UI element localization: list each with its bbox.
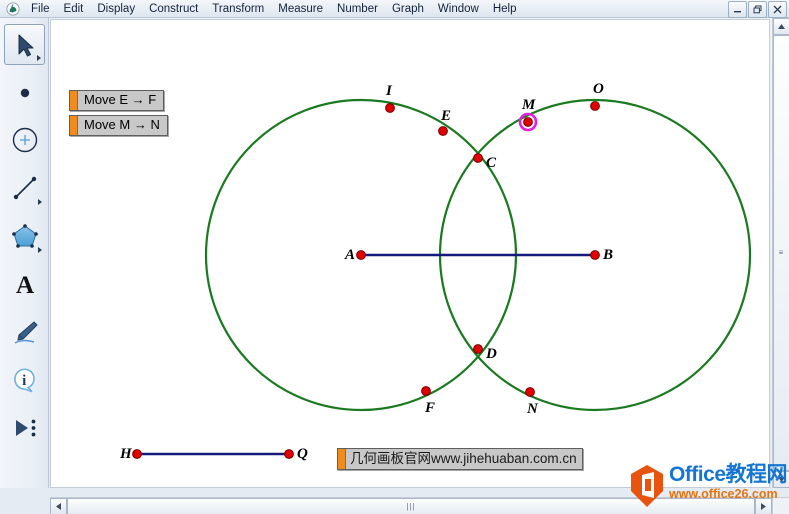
compass-tool[interactable] bbox=[4, 119, 45, 160]
point-h[interactable] bbox=[132, 449, 142, 459]
button-accent-bar bbox=[70, 116, 78, 135]
menu-item-measure[interactable]: Measure bbox=[271, 0, 330, 18]
flyout-arrow-icon bbox=[38, 199, 42, 205]
point-a-label[interactable]: A bbox=[345, 248, 355, 263]
point-n[interactable] bbox=[525, 387, 535, 397]
menu-item-help[interactable]: Help bbox=[486, 0, 524, 18]
point-d-label[interactable]: D bbox=[486, 347, 497, 362]
point-c-label[interactable]: C bbox=[486, 156, 496, 171]
marker-pen-icon bbox=[14, 320, 38, 344]
point-f-label[interactable]: F bbox=[425, 401, 435, 416]
menu-item-file[interactable]: File bbox=[24, 0, 57, 18]
caption-accent-bar bbox=[338, 449, 346, 469]
point-b-label[interactable]: B bbox=[603, 248, 613, 263]
polygon-tool[interactable] bbox=[4, 215, 45, 256]
scroll-grip-icon: ||| bbox=[406, 501, 416, 511]
caret-left-icon bbox=[56, 503, 61, 510]
play-more-icon bbox=[15, 419, 35, 436]
point-q-label[interactable]: Q bbox=[297, 447, 308, 462]
vertical-scroll-thumb[interactable]: ≡ bbox=[773, 35, 789, 471]
point-i-label[interactable]: I bbox=[386, 84, 392, 99]
point-e[interactable] bbox=[438, 126, 448, 136]
tool-palette: A i bbox=[0, 18, 49, 488]
point-i[interactable] bbox=[385, 103, 395, 113]
minimize-icon bbox=[734, 11, 741, 13]
menu-item-graph[interactable]: Graph bbox=[385, 0, 431, 18]
point-c[interactable] bbox=[473, 153, 483, 163]
watermark-caption-button[interactable]: 几何画板官网www.jihehuaban.com.cn bbox=[337, 448, 583, 470]
point-b[interactable] bbox=[590, 250, 600, 260]
close-icon bbox=[773, 5, 782, 14]
move-e-to-f-button[interactable]: Move E → F bbox=[69, 90, 165, 111]
svg-text:i: i bbox=[22, 373, 26, 389]
menu-item-construct[interactable]: Construct bbox=[142, 0, 205, 18]
menu-item-transform[interactable]: Transform bbox=[205, 0, 271, 18]
point-h-label[interactable]: H bbox=[120, 447, 132, 462]
circle-compass-icon bbox=[12, 127, 37, 152]
text-a-icon: A bbox=[15, 272, 33, 299]
arrow-select-tool[interactable] bbox=[4, 24, 45, 65]
point-q[interactable] bbox=[284, 449, 294, 459]
menu-item-window[interactable]: Window bbox=[431, 0, 486, 18]
sketchpad-icon bbox=[6, 2, 20, 16]
menu-item-number[interactable]: Number bbox=[330, 0, 385, 18]
restore-button[interactable] bbox=[748, 1, 767, 18]
sketch-canvas[interactable]: A B C D E F I M N O H Q Move E → F Move M → N 几何画板官网ww… bbox=[50, 19, 770, 488]
custom-tool[interactable] bbox=[4, 407, 45, 448]
vertical-scrollbar[interactable]: ≡ bbox=[772, 18, 789, 488]
point-n-label[interactable]: N bbox=[527, 402, 538, 417]
button-accent-bar bbox=[70, 91, 78, 110]
office-logo-text: Office教程网 www.office26.com bbox=[668, 463, 788, 502]
text-tool[interactable]: A bbox=[4, 263, 45, 304]
caret-up-icon bbox=[778, 24, 785, 29]
menu-item-edit[interactable]: Edit bbox=[57, 0, 91, 18]
point-m-label[interactable]: M bbox=[522, 98, 535, 113]
app-window: File Edit Display Construct Transform Measure… bbox=[0, 0, 789, 514]
polygon-icon bbox=[11, 223, 38, 248]
line-segment-icon bbox=[13, 176, 36, 199]
point-d[interactable] bbox=[473, 344, 483, 354]
straightedge-tool[interactable] bbox=[4, 167, 45, 208]
point-o-label[interactable]: O bbox=[593, 82, 604, 97]
menu-item-display[interactable]: Display bbox=[90, 0, 142, 18]
menu-item-list: File Edit Display Construct Transform Measure… bbox=[24, 0, 523, 18]
move-m-to-n-button-label: Move M → N bbox=[84, 117, 160, 132]
scroll-up-button[interactable] bbox=[773, 18, 789, 35]
point-a[interactable] bbox=[356, 250, 366, 260]
move-e-to-f-button-label: Move E → F bbox=[84, 92, 157, 107]
marker-tool[interactable] bbox=[4, 311, 45, 352]
office-logo-url: www.office26.com bbox=[668, 487, 778, 501]
point-tool[interactable] bbox=[4, 72, 45, 113]
restore-icon bbox=[753, 5, 762, 14]
svg-text:A: A bbox=[15, 272, 33, 299]
information-tool[interactable]: i bbox=[4, 359, 45, 400]
office-tutorial-logo: Office教程网 www.office26.com bbox=[628, 463, 788, 508]
close-button[interactable] bbox=[768, 1, 787, 18]
flyout-arrow-icon bbox=[38, 247, 42, 253]
point-icon bbox=[20, 88, 29, 97]
minimize-button[interactable] bbox=[728, 1, 747, 18]
window-controls bbox=[728, 1, 787, 18]
watermark-caption-label: 几何画板官网www.jihehuaban.com.cn bbox=[350, 451, 577, 466]
move-m-to-n-button[interactable]: Move M → N bbox=[69, 115, 168, 136]
flyout-arrow-icon bbox=[37, 55, 41, 61]
point-e-label[interactable]: E bbox=[441, 109, 451, 124]
point-m[interactable] bbox=[523, 117, 533, 127]
office-logo-title: Office教程网 bbox=[668, 463, 788, 486]
scroll-grip-icon: ≡ bbox=[778, 248, 785, 257]
office-logo-icon bbox=[630, 465, 663, 507]
arrow-cursor-icon bbox=[18, 34, 33, 56]
scroll-left-button[interactable] bbox=[50, 498, 67, 514]
point-o[interactable] bbox=[590, 101, 600, 111]
menu-bar: File Edit Display Construct Transform Measure… bbox=[0, 0, 789, 18]
point-f[interactable] bbox=[421, 386, 431, 396]
info-bubble-icon: i bbox=[13, 367, 35, 392]
